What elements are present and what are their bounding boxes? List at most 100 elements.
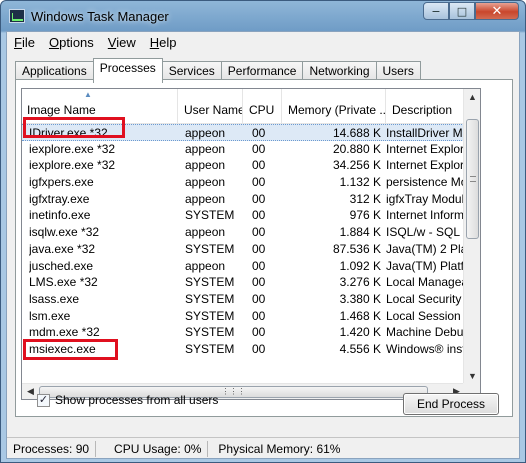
show-all-users-checkbox[interactable]: ✓ xyxy=(37,393,50,407)
process-memory: 4.556 K xyxy=(339,341,381,356)
process-cpu: 00 xyxy=(252,126,266,140)
status-processes: Processes: 90 xyxy=(7,440,97,457)
table-row[interactable]: lsass.exeSYSTEM003.380 KLocal Security A… xyxy=(22,291,480,308)
menu-file-rest: ile xyxy=(21,35,35,50)
status-cpu: CPU Usage: 0% xyxy=(96,440,209,457)
status-bar: Processes: 90 CPU Usage: 0% Physical Mem… xyxy=(7,437,519,459)
title-bar[interactable]: Windows Task Manager − □ ✕ xyxy=(1,1,525,31)
process-image-name: lsass.exe xyxy=(29,291,80,306)
vertical-scrollbar[interactable]: ▲ ▼ xyxy=(463,89,480,385)
column-image-name-label: Image Name xyxy=(27,103,96,117)
task-manager-icon xyxy=(9,9,25,23)
grip-icon xyxy=(470,176,476,182)
process-memory: 20.880 K xyxy=(332,141,381,156)
end-process-button[interactable]: End Process xyxy=(403,393,499,415)
table-row[interactable]: jusched.exe appeon 00 1.092 K Java(TM) Platf… xyxy=(22,258,480,275)
process-image-name: isqlw.exe *32 xyxy=(29,225,100,240)
process-user-name: appeon xyxy=(185,258,226,273)
process-memory: 1.468 K xyxy=(339,308,381,323)
process-user-name: appeon xyxy=(185,175,226,190)
column-user-name-label: User Name xyxy=(184,103,243,117)
column-cpu-label: CPU xyxy=(249,103,275,117)
menu-bar: File Options View Help xyxy=(7,32,519,53)
column-memory[interactable]: Memory (Private ... xyxy=(283,89,386,124)
process-user-name: SYSTEM xyxy=(185,208,235,223)
process-memory: 3.380 K xyxy=(339,291,381,306)
menu-file[interactable]: File xyxy=(7,35,42,50)
table-row[interactable]: iexplore.exe *32 appeon 00 20.880 K Internet… xyxy=(22,141,480,158)
process-image-name: LMS.exe *32 xyxy=(29,275,98,290)
process-cpu: 00 xyxy=(252,275,266,290)
process-cpu: 00 xyxy=(252,158,266,173)
process-cpu: 00 xyxy=(252,258,266,273)
process-memory: 14.688 K xyxy=(332,126,381,140)
process-cpu: 00 xyxy=(252,208,266,223)
process-cpu: 00 xyxy=(252,325,266,340)
process-memory: 1.884 K xyxy=(339,225,381,240)
table-row[interactable]: igfxtray.exe appeon 00 312 KigfxTray Module xyxy=(22,191,480,208)
sort-ascending-icon: ▲ xyxy=(84,90,92,99)
table-row[interactable]: java.exe *32SYSTEM0087.536 KJava(TM) 2 P… xyxy=(22,241,480,258)
table-row[interactable]: lsm.exeSYSTEM001.468 KLocal Session Mana… xyxy=(22,308,480,325)
show-all-users-label: Show processes from all users xyxy=(55,393,219,407)
maximize-button[interactable]: □ xyxy=(449,2,475,20)
process-cpu: 00 xyxy=(252,191,266,206)
process-image-name: java.exe *32 xyxy=(29,241,96,256)
process-cpu: 00 xyxy=(252,341,266,356)
process-memory: 312 K xyxy=(349,191,381,206)
caption-buttons: − □ ✕ xyxy=(423,2,519,20)
tab-strip: Applications Processes Services Performa… xyxy=(15,58,421,83)
process-image-name: igfxpers.exe xyxy=(29,175,94,190)
process-user-name: SYSTEM xyxy=(185,308,235,323)
minimize-button[interactable]: − xyxy=(423,2,449,20)
column-memory-label: Memory (Private ... xyxy=(288,103,386,117)
status-memory: Physical Memory: 61% xyxy=(218,441,341,456)
process-user-name: SYSTEM xyxy=(185,325,235,340)
column-cpu[interactable]: CPU xyxy=(244,89,282,124)
process-rows: IDriver.exe *32 appeon 00 14.688 K InstallDr… xyxy=(22,124,480,358)
process-memory: 34.256 K xyxy=(332,158,381,173)
tab-processes[interactable]: Processes xyxy=(92,58,163,83)
process-user-name: appeon xyxy=(185,158,226,173)
menu-view-rest: iew xyxy=(116,35,136,50)
table-row[interactable]: inetinfo.exe SYSTEM 00 976 K Internet Inform… xyxy=(22,207,480,224)
highlight-box-idriver xyxy=(23,117,125,138)
column-description-label: Description xyxy=(392,103,453,117)
vertical-scroll-thumb[interactable] xyxy=(466,119,479,239)
window-title: Windows Task Manager xyxy=(31,8,169,24)
column-user-name[interactable]: User Name xyxy=(179,89,243,124)
menu-view[interactable]: View xyxy=(101,35,143,50)
table-row[interactable]: LMS.exe *32SYSTEM003.276 KLocal Manageab… xyxy=(22,274,480,291)
process-user-name: SYSTEM xyxy=(185,341,235,356)
show-all-users-option[interactable]: ✓ Show processes from all users xyxy=(37,393,218,407)
process-image-name: inetinfo.exe xyxy=(29,208,91,223)
process-image-name: lsm.exe xyxy=(29,308,71,323)
process-user-name: SYSTEM xyxy=(185,291,235,306)
process-memory: 976 K xyxy=(349,208,381,223)
process-memory: 1.420 K xyxy=(339,325,381,340)
process-user-name: appeon xyxy=(185,225,226,240)
table-row[interactable]: igfxpers.exe appeon 00 1.132 Kpersistence M… xyxy=(22,174,480,191)
highlight-box-msiexec xyxy=(23,339,118,360)
close-button[interactable]: ✕ xyxy=(475,2,519,20)
process-image-name: iexplore.exe *32 xyxy=(29,158,116,173)
process-image-name: jusched.exe xyxy=(29,258,94,273)
process-cpu: 00 xyxy=(252,291,266,306)
process-image-name: mdm.exe *32 xyxy=(29,325,100,340)
menu-help-rest: elp xyxy=(159,35,177,50)
client-area: File Options View Help Applications Proc… xyxy=(6,31,520,459)
process-memory: 1.132 K xyxy=(339,175,381,190)
task-manager-window: Windows Task Manager − □ ✕ File Options … xyxy=(0,0,526,463)
process-image-name: iexplore.exe *32 xyxy=(29,141,116,156)
process-memory: 1.092 K xyxy=(339,258,381,273)
menu-options[interactable]: Options xyxy=(42,35,101,50)
menu-help[interactable]: Help xyxy=(143,35,184,50)
process-user-name: SYSTEM xyxy=(185,275,235,290)
column-description[interactable]: Description xyxy=(387,89,465,124)
process-memory: 87.536 K xyxy=(332,241,381,256)
scroll-up-icon[interactable]: ▲ xyxy=(464,89,480,106)
table-row[interactable]: iexplore.exe *32 appeon 00 34.256 K Internet… xyxy=(22,157,480,174)
process-user-name: appeon xyxy=(185,191,226,206)
process-cpu: 00 xyxy=(252,225,266,240)
table-row[interactable]: isqlw.exe *32 appeon 00 1.884 K ISQL/w - SQL… xyxy=(22,224,480,241)
